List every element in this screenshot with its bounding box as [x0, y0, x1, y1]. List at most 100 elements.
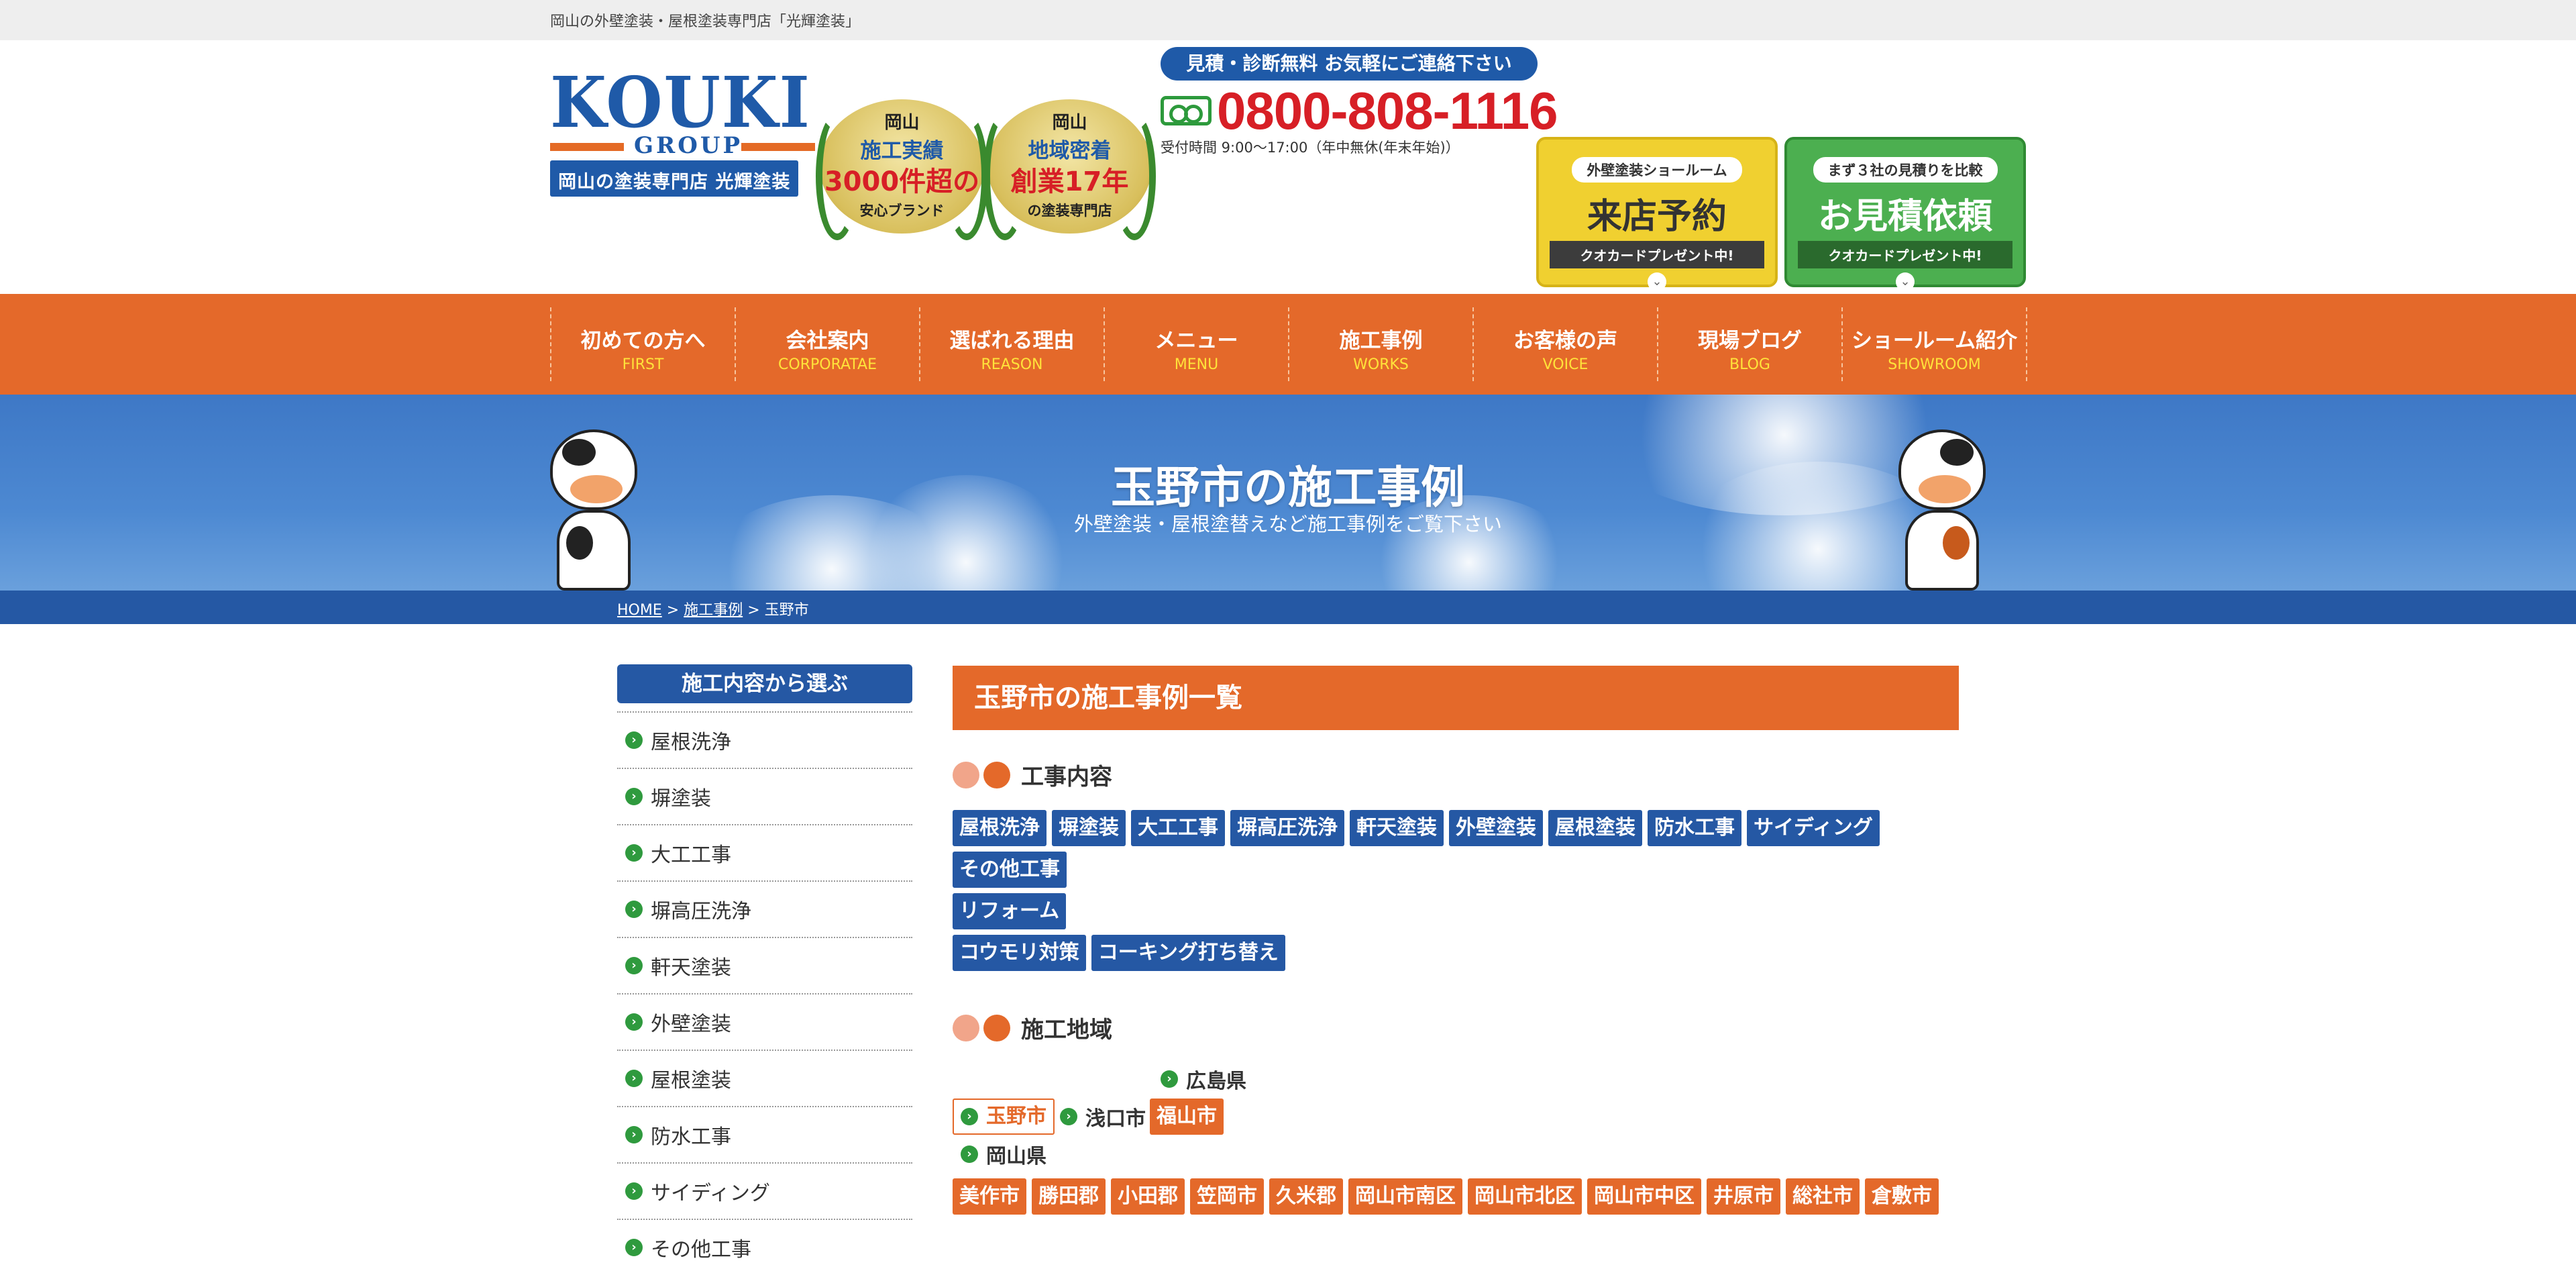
area-link-label: 浅口市	[1085, 1107, 1146, 1131]
logo[interactable]: KOUKI GROUP 岡山の塗装専門店 光輝塗装	[550, 68, 815, 197]
badge-line: 岡山	[1052, 113, 1087, 133]
cta-label: お見積依頼	[1817, 197, 1992, 237]
area-tag-active[interactable]: › 玉野市	[953, 1099, 1055, 1135]
badge-line: 3000件超の	[824, 166, 980, 197]
work-tag[interactable]: その他工事	[953, 852, 1067, 888]
area-tag[interactable]: 久米郡	[1269, 1178, 1343, 1215]
nav-item-showroom[interactable]: ショールーム紹介 SHOWROOM	[1843, 307, 2027, 381]
work-tag[interactable]: 大工工事	[1131, 810, 1225, 846]
nav-label: 現場ブログ	[1698, 329, 1802, 353]
sidebar-item[interactable]: › 大工工事	[617, 824, 912, 880]
nav-item-menu[interactable]: メニュー MENU	[1105, 307, 1289, 381]
nav-label: 会社案内	[786, 329, 869, 353]
chevron-right-icon: ›	[625, 788, 643, 805]
chevron-right-icon: ›	[625, 1239, 643, 1256]
area-tag[interactable]: 笠岡市	[1190, 1178, 1264, 1215]
sidebar-item-label: サイディング	[651, 1182, 770, 1205]
sidebar-item[interactable]: › 屋根洗浄	[617, 711, 912, 768]
area-link[interactable]: › 浅口市	[1060, 1102, 1146, 1131]
work-tag[interactable]: コーキング打ち替え	[1091, 935, 1285, 971]
area-label: 施工地域	[1021, 1017, 1112, 1043]
area-tag[interactable]: 岡山市中区	[1587, 1178, 1701, 1215]
chevron-right-icon: ›	[625, 1126, 643, 1143]
circle-icon	[983, 761, 1010, 788]
phone-number[interactable]: 0800-808-1116	[1161, 84, 1558, 138]
chevron-right-icon: ›	[961, 1108, 978, 1125]
work-tag[interactable]: 軒天塗装	[1350, 810, 1444, 846]
nav-item-first[interactable]: 初めての方へ FIRST	[551, 307, 736, 381]
sidebar-item[interactable]: › 塀高圧洗浄	[617, 880, 912, 937]
badge-line: 地域密着	[1028, 139, 1112, 163]
badge-line: 施工実績	[860, 139, 944, 163]
sidebar-item[interactable]: › 外壁塗装	[617, 993, 912, 1050]
sidebar-item[interactable]: › 屋根塗装	[617, 1050, 912, 1106]
area-tag[interactable]: 岡山市北区	[1468, 1178, 1582, 1215]
work-tag[interactable]: 塀塗装	[1052, 810, 1126, 846]
circle-icon	[983, 1014, 1010, 1041]
sidebar-item[interactable]: › その他工事	[617, 1219, 912, 1275]
cta-pill: まず３社の見積りを比較	[1813, 157, 1998, 183]
sidebar-item[interactable]: › 塀塗装	[617, 768, 912, 824]
chevron-right-icon: ›	[961, 1145, 978, 1163]
contact-pill: 見積・診断無料 お気軽にご連絡下さい	[1161, 47, 1538, 81]
nav-item-works[interactable]: 施工事例 WORKS	[1289, 307, 1474, 381]
badge-line: 創業17年	[1010, 166, 1129, 197]
chevron-right-icon: ›	[625, 731, 643, 749]
sidebar-heading: 施工内容から選ぶ	[617, 664, 912, 703]
estimate-request-button[interactable]: まず３社の見積りを比較 お見積依頼 クオカードプレゼント中! ⌄	[1784, 137, 2026, 291]
area-tag[interactable]: 美作市	[953, 1178, 1026, 1215]
sidebar-item-label: 塀高圧洗浄	[651, 900, 751, 923]
nav-sublabel: WORKS	[1353, 356, 1409, 373]
page-title: 玉野市の施工事例	[1111, 462, 1465, 513]
chevron-right-icon: ›	[625, 901, 643, 918]
sidebar-item[interactable]: › 防水工事	[617, 1106, 912, 1162]
sidebar-item[interactable]: › サイディング	[617, 1162, 912, 1219]
nav-sublabel: VOICE	[1542, 356, 1589, 373]
circle-icon	[953, 761, 979, 788]
work-tag[interactable]: 塀高圧洗浄	[1230, 810, 1344, 846]
prefecture-okayama[interactable]: › 岡山県	[953, 1135, 1959, 1173]
logo-group-text: GROUP	[634, 132, 743, 159]
cta-ribbon: クオカードプレゼント中!	[1550, 241, 1764, 268]
page-hero: 玉野市の施工事例 外壁塗装・屋根塗替えなど施工事例をご覧下さい	[0, 395, 2576, 591]
nav-item-company[interactable]: 会社案内 CORPORATAE	[736, 307, 920, 381]
area-row: › 玉野市 › 浅口市 福山市	[953, 1098, 1959, 1135]
breadcrumb-works[interactable]: 施工事例	[684, 602, 743, 619]
sidebar-item-label: 軒天塗装	[651, 956, 731, 980]
nav-item-voice[interactable]: お客様の声 VOICE	[1474, 307, 1658, 381]
chevron-right-icon: ›	[625, 844, 643, 862]
chevron-right-icon: ›	[1161, 1070, 1178, 1088]
work-tag[interactable]: 屋根塗装	[1548, 810, 1642, 846]
sidebar-item[interactable]: › 軒天塗装	[617, 937, 912, 993]
nav-item-reason[interactable]: 選ばれる理由 REASON	[920, 307, 1105, 381]
area-tag[interactable]: 井原市	[1707, 1178, 1780, 1215]
prefecture-hiroshima[interactable]: › 広島県	[953, 1060, 1959, 1098]
work-tag[interactable]: 屋根洗浄	[953, 810, 1046, 846]
chevron-right-icon: ›	[625, 1070, 643, 1087]
area-tag[interactable]: 福山市	[1150, 1099, 1224, 1135]
area-tag[interactable]: 小田郡	[1111, 1178, 1185, 1215]
phone-digits[interactable]: 0800-808-1116	[1217, 84, 1558, 138]
area-tag[interactable]: 倉敷市	[1865, 1178, 1939, 1215]
area-tag[interactable]: 総社市	[1786, 1178, 1860, 1215]
main-content: 玉野市の施工事例一覧 工事内容 屋根洗浄 塀塗装 大工工事 塀高圧洗浄 軒天塗装…	[953, 666, 1959, 1220]
nav-item-blog[interactable]: 現場ブログ BLOG	[1658, 307, 1843, 381]
area-tag-label: 玉野市	[986, 1105, 1046, 1128]
nav-sublabel: SHOWROOM	[1888, 356, 1981, 373]
work-type-title: 工事内容	[953, 758, 1959, 791]
breadcrumb-home[interactable]: HOME	[617, 602, 662, 619]
nav-sublabel: BLOG	[1729, 356, 1770, 373]
work-tag[interactable]: コウモリ対策	[953, 935, 1086, 971]
area-tag[interactable]: 勝田郡	[1032, 1178, 1106, 1215]
area-tag[interactable]: 岡山市南区	[1348, 1178, 1462, 1215]
nav-label: 選ばれる理由	[949, 329, 1075, 353]
prefecture-label: 岡山県	[986, 1145, 1046, 1168]
breadcrumb-current: 玉野市	[764, 602, 809, 619]
work-tag[interactable]: サイディング	[1747, 810, 1880, 846]
work-tag[interactable]: 防水工事	[1648, 810, 1741, 846]
sidebar-item-label: 屋根塗装	[651, 1069, 731, 1092]
work-tag[interactable]: 外壁塗装	[1449, 810, 1543, 846]
showroom-reservation-button[interactable]: 外壁塗装ショールーム 来店予約 クオカードプレゼント中! ⌄	[1536, 137, 1778, 291]
work-tag[interactable]: リフォーム	[953, 893, 1067, 929]
prefecture-label: 広島県	[1186, 1070, 1246, 1093]
